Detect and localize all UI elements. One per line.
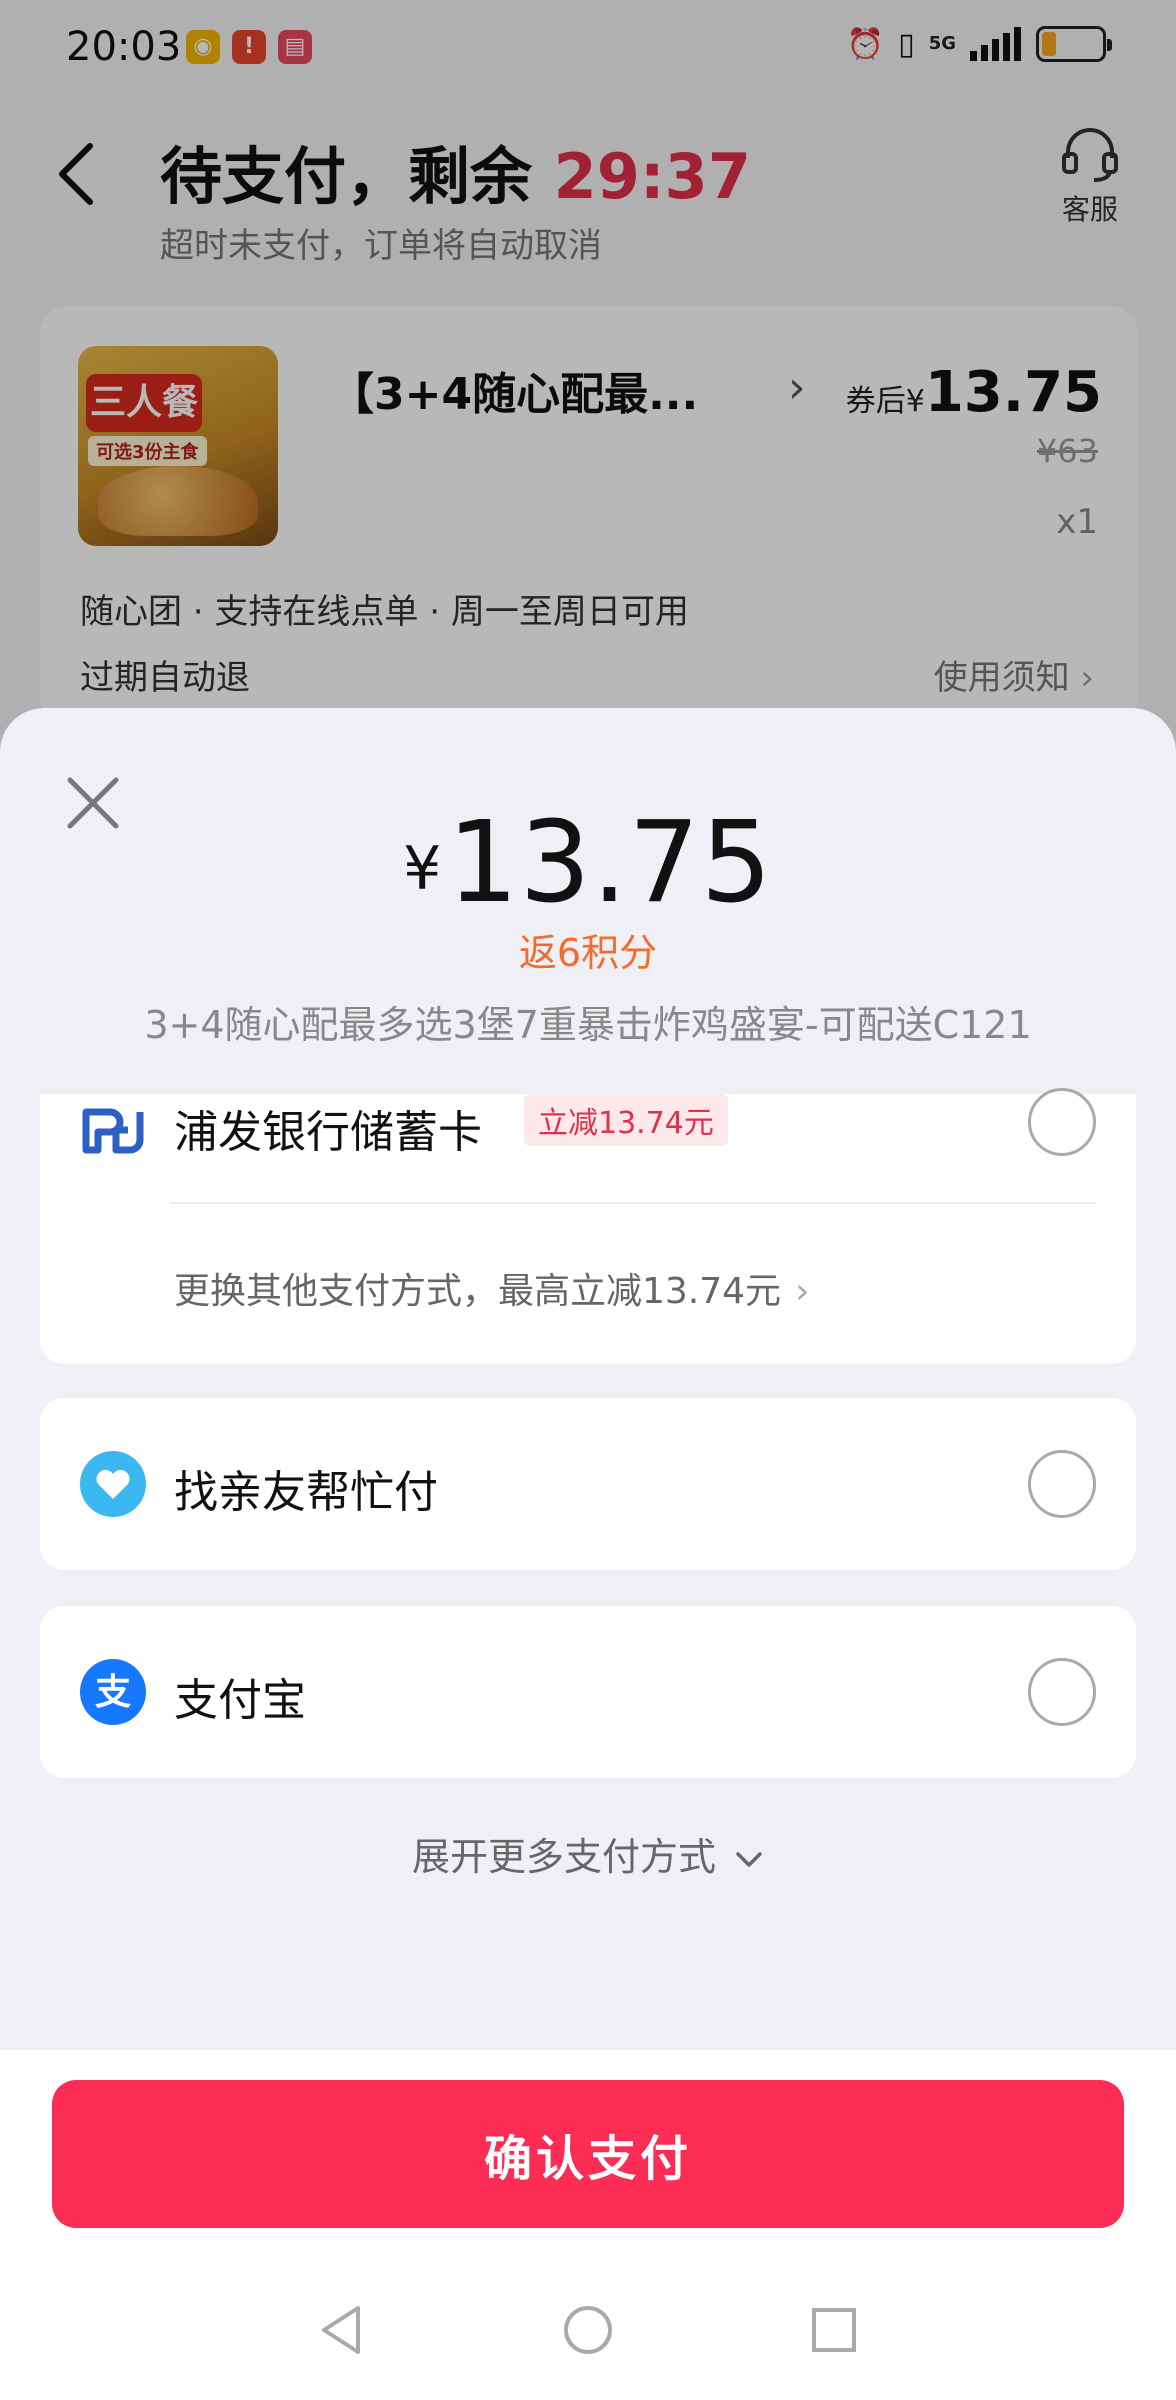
- expand-more-methods[interactable]: 展开更多支付方式: [0, 1826, 1176, 1881]
- bottom-bar: 确认支付: [0, 2050, 1176, 2400]
- friend-pay-radio[interactable]: [1028, 1450, 1096, 1518]
- svg-text:支: 支: [95, 1672, 131, 1713]
- payment-sheet: ¥13.75 返6积分 3+4随心配最多选3堡7重暴击炸鸡盛宴-可配送C121 …: [0, 708, 1176, 2400]
- divider: [170, 1202, 1096, 1204]
- expand-more-label: 展开更多支付方式: [411, 1835, 716, 1879]
- nav-home-icon[interactable]: [558, 2300, 618, 2360]
- spdb-bank-icon: [82, 1108, 144, 1154]
- amount-value: 13.75: [447, 798, 773, 928]
- chevron-down-icon: [736, 1851, 762, 1867]
- switch-payment-link[interactable]: 更换其他支付方式，最高立减13.74元 ›: [174, 1262, 809, 1314]
- confirm-payment-button[interactable]: 确认支付: [52, 2080, 1124, 2228]
- payment-method-friend[interactable]: 找亲友帮忙付: [40, 1398, 1136, 1570]
- payment-amount: ¥13.75: [0, 798, 1176, 928]
- chevron-right-icon: ›: [795, 1271, 810, 1312]
- reward-points: 返6积分: [518, 931, 658, 975]
- dim-overlay[interactable]: [0, 0, 1176, 760]
- heart-icon: [80, 1451, 146, 1517]
- order-description: 3+4随心配最多选3堡7重暴击炸鸡盛宴-可配送C121: [144, 1003, 1032, 1047]
- alipay-label: 支付宝: [174, 1675, 306, 1726]
- nav-back-icon[interactable]: [312, 2300, 372, 2360]
- bank-label: 浦发银行储蓄卡: [174, 1107, 482, 1158]
- switch-payment-label: 更换其他支付方式，最高立减13.74元: [174, 1271, 782, 1312]
- nav-recents-icon[interactable]: [804, 2300, 864, 2360]
- currency-symbol: ¥: [403, 834, 442, 904]
- bank-discount-badge: 立减13.74元: [524, 1094, 728, 1146]
- bank-radio[interactable]: [1028, 1088, 1096, 1156]
- alipay-icon: 支: [80, 1659, 146, 1725]
- friend-pay-label: 找亲友帮忙付: [174, 1467, 438, 1518]
- payment-method-bank[interactable]: 浦发银行储蓄卡 立减13.74元 更换其他支付方式，最高立减13.74元 ›: [40, 1088, 1136, 1364]
- system-nav-bar: [0, 2280, 1176, 2390]
- alipay-radio[interactable]: [1028, 1658, 1096, 1726]
- payment-method-alipay[interactable]: 支 支付宝: [40, 1606, 1136, 1778]
